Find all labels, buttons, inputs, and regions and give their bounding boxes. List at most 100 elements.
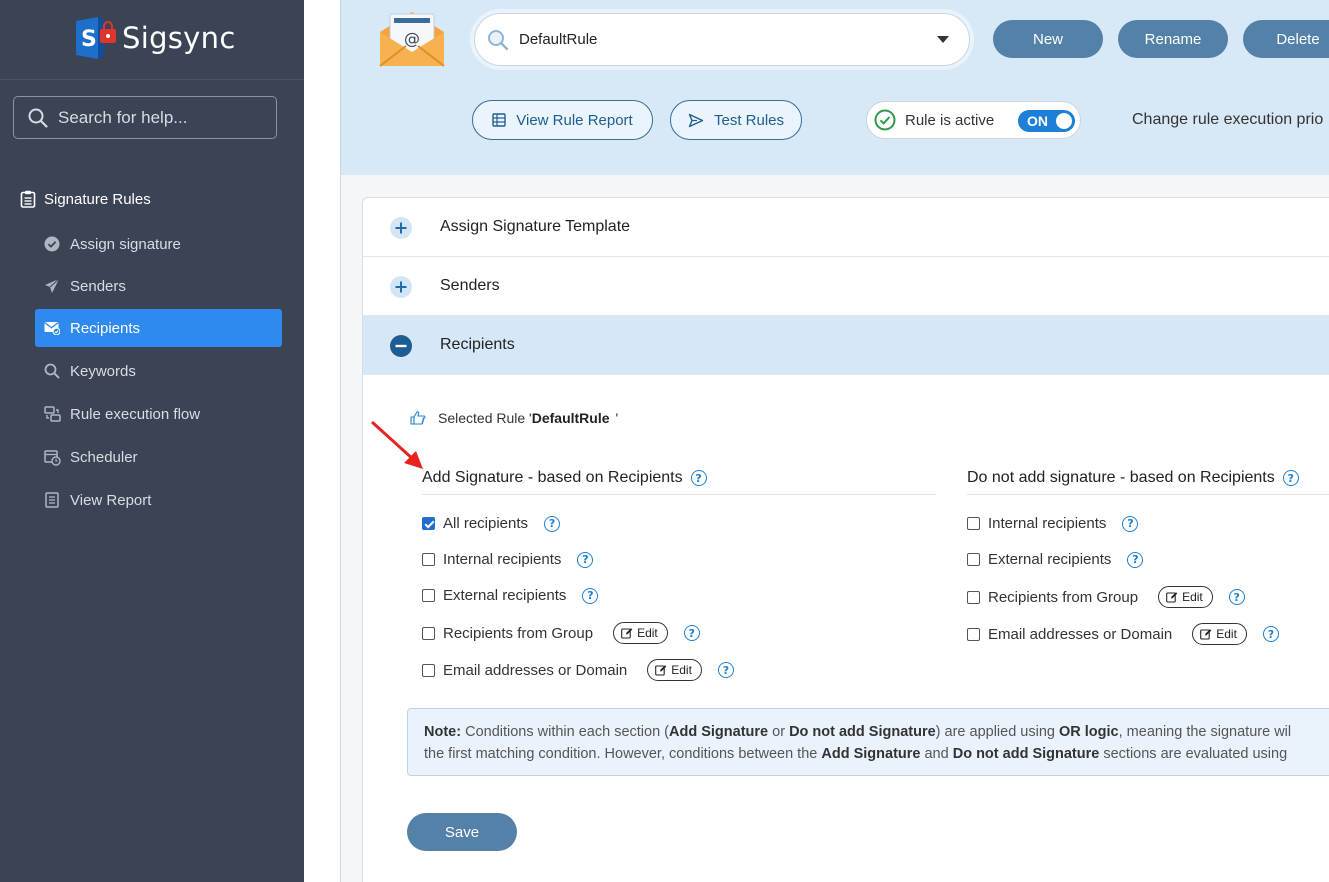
delete-rule-button[interactable]: Delete (1243, 20, 1329, 58)
do-not-add-section-title: Do not add signature - based on Recipien… (967, 469, 1299, 487)
search-icon (28, 108, 48, 128)
change-priority-link[interactable]: Change rule execution prio (1132, 111, 1323, 129)
test-rules-button[interactable]: Test Rules (670, 100, 802, 140)
email-domain-checkbox[interactable] (967, 627, 980, 641)
note-bold: OR logic (1059, 724, 1119, 740)
help-icon[interactable]: ? (577, 551, 594, 568)
external-recipients-checkbox[interactable] (422, 589, 435, 602)
view-rule-report-button[interactable]: View Rule Report (472, 100, 653, 140)
section-title-text: Add Signature - based on Recipients (422, 469, 683, 486)
note-line-1: Note: Conditions within each section (Ad… (424, 721, 1313, 743)
edit-domain-button[interactable]: Edit (647, 659, 702, 681)
note-text: and (920, 746, 953, 762)
new-rule-button[interactable]: New (993, 20, 1103, 58)
note-text: sections are evaluated using (1099, 746, 1288, 762)
noadd-internal-recipients-option[interactable]: Internal recipients ? (967, 515, 1139, 532)
help-icon[interactable]: ? (1228, 589, 1245, 605)
help-icon[interactable]: ? (544, 515, 561, 532)
accordion-senders[interactable]: Senders (363, 257, 1329, 316)
sidebar-item-recipients[interactable]: Recipients (35, 309, 282, 347)
add-external-recipients-option[interactable]: External recipients ? (422, 587, 599, 604)
plus-icon[interactable] (390, 217, 412, 239)
sidebar-item-label: Scheduler (70, 448, 138, 466)
option-label: External recipients (443, 587, 567, 604)
note-label: Note: (424, 724, 462, 740)
edit-icon (1166, 592, 1178, 603)
add-all-recipients-option[interactable]: All recipients ? (422, 515, 561, 532)
sidebar-item-label: Assign signature (70, 235, 181, 253)
accordion-assign-template[interactable]: Assign Signature Template (363, 198, 1329, 257)
section-title-text: Do not add signature - based on Recipien… (967, 469, 1275, 486)
help-icon[interactable]: ? (717, 662, 734, 678)
help-icon[interactable]: ? (690, 470, 707, 486)
sidebar-item-rule-execution-flow[interactable]: Rule execution flow (35, 395, 282, 433)
plus-icon[interactable] (390, 276, 412, 298)
noadd-email-domain-option[interactable]: Email addresses or Domain Edit ? (967, 623, 1279, 645)
save-button[interactable]: Save (407, 813, 517, 851)
add-recipients-from-group-option[interactable]: Recipients from Group Edit ? (422, 622, 700, 644)
noadd-external-recipients-option[interactable]: External recipients ? (967, 551, 1144, 568)
note-text: ) are applied using (935, 724, 1059, 740)
sidebar-section-label: Signature Rules (44, 190, 151, 208)
search-icon (488, 29, 509, 50)
help-icon[interactable]: ? (582, 587, 599, 604)
option-label: Internal recipients (443, 551, 562, 568)
rule-active-toggle[interactable]: Rule is active ON (866, 101, 1081, 139)
help-icon[interactable]: ? (1262, 626, 1279, 642)
recipients-from-group-checkbox[interactable] (967, 590, 980, 604)
help-icon[interactable]: ? (1122, 515, 1139, 532)
rule-selector-dropdown[interactable]: DefaultRule (474, 13, 970, 66)
email-envelope-icon: @ (378, 10, 446, 73)
edit-domain-button[interactable]: Edit (1192, 623, 1247, 645)
accordion-recipients[interactable]: Recipients (363, 316, 1329, 375)
accordion-title: Recipients (440, 336, 515, 353)
sidebar-item-senders[interactable]: Senders (35, 267, 282, 305)
note-bold: Do not add Signature (789, 724, 936, 740)
chevron-down-icon[interactable] (937, 36, 949, 43)
brand-logo[interactable]: S Sigsync (74, 16, 236, 60)
note-bold: Add Signature (821, 746, 921, 762)
switch-state-label: ON (1027, 113, 1048, 129)
minus-icon[interactable] (390, 335, 412, 357)
all-recipients-checkbox[interactable] (422, 517, 435, 530)
sidebar-item-view-report[interactable]: View Report (35, 481, 282, 519)
sidebar-item-label: Senders (70, 277, 126, 295)
rename-rule-button[interactable]: Rename (1118, 20, 1228, 58)
sidebar-item-scheduler[interactable]: Scheduler (35, 438, 282, 476)
help-icon[interactable]: ? (1127, 551, 1144, 568)
help-icon[interactable]: ? (683, 625, 700, 641)
help-search-input[interactable]: Search for help... (13, 96, 277, 139)
brand-name: Sigsync (122, 21, 236, 55)
noadd-recipients-from-group-option[interactable]: Recipients from Group Edit ? (967, 586, 1245, 608)
selected-rule-text: Selected Rule 'DefaultRule ' (432, 410, 618, 426)
option-label: Recipients from Group (443, 624, 594, 642)
option-label: Email addresses or Domain (988, 625, 1173, 643)
section-divider (967, 494, 1329, 495)
selected-rule-value: DefaultRule (519, 31, 598, 48)
help-icon[interactable]: ? (1282, 470, 1299, 486)
section-divider (422, 494, 936, 495)
search-placeholder: Search for help... (58, 107, 188, 127)
option-label: All recipients (443, 515, 529, 532)
calendar-clock-icon (43, 448, 61, 466)
note-box: Note: Conditions within each section (Ad… (407, 708, 1329, 776)
sidebar-section-signature-rules[interactable]: Signature Rules (20, 190, 151, 208)
add-email-domain-option[interactable]: Email addresses or Domain Edit ? (422, 659, 734, 681)
recipients-from-group-checkbox[interactable] (422, 626, 435, 640)
add-internal-recipients-option[interactable]: Internal recipients ? (422, 551, 594, 568)
report-icon (43, 491, 61, 509)
on-off-switch[interactable]: ON (1018, 110, 1075, 132)
email-domain-checkbox[interactable] (422, 663, 435, 677)
sidebar-item-label: Rule execution flow (70, 405, 201, 423)
edit-icon (621, 628, 633, 639)
edit-group-button[interactable]: Edit (613, 622, 668, 644)
sidebar-item-assign-signature[interactable]: Assign signature (35, 225, 282, 263)
external-recipients-checkbox[interactable] (967, 553, 980, 566)
internal-recipients-checkbox[interactable] (422, 553, 435, 566)
option-label: Recipients from Group (988, 588, 1139, 606)
sidebar-item-keywords[interactable]: Keywords (35, 352, 282, 390)
add-signature-section-title: Add Signature - based on Recipients ? (422, 469, 707, 487)
internal-recipients-checkbox[interactable] (967, 517, 980, 530)
switch-knob (1056, 113, 1072, 129)
edit-group-button[interactable]: Edit (1158, 586, 1213, 608)
